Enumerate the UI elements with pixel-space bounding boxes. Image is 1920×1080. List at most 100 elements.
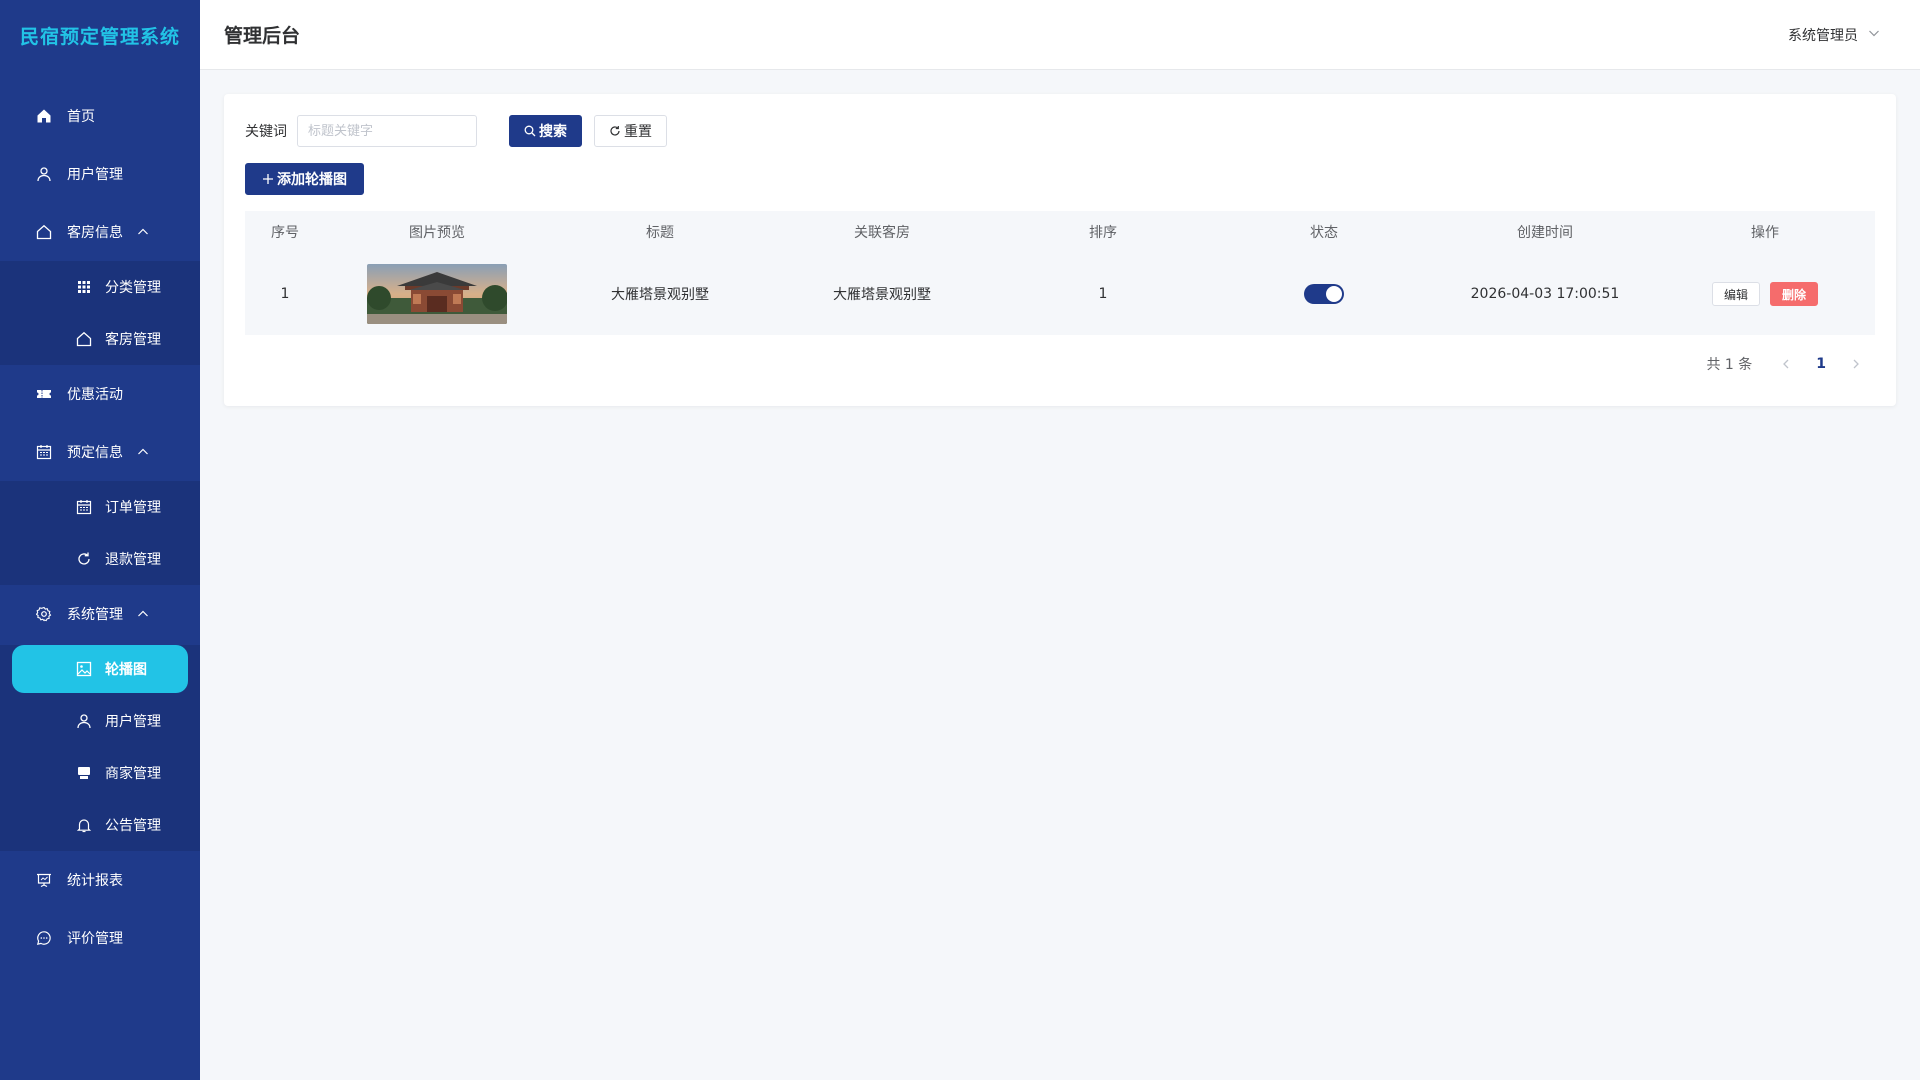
grid-icon [75, 278, 93, 296]
row-title: 大雁塔景观别墅 [611, 287, 709, 303]
row-room: 大雁塔景观别墅 [833, 287, 931, 303]
page-number[interactable]: 1 [1816, 356, 1826, 372]
sidebar-menu: 首页 用户管理 客房信息 分类管理 客房管理 优惠活动 预定信息 订单管理 退款… [0, 87, 200, 967]
submenu-system: 轮播图 用户管理 商家管理 公告管理 [0, 645, 200, 851]
sidebar-item-booking[interactable]: 预定信息 [0, 423, 200, 481]
sidebar-item-promo[interactable]: 优惠活动 [0, 365, 200, 423]
sidebar-item-stats[interactable]: 统计报表 [0, 851, 200, 909]
chevron-left-icon [1783, 359, 1789, 369]
carousel-table: 序号 图片预览 标题 关联客房 排序 状态 创建时间 操作 1 大雁塔景观别墅 … [245, 211, 1875, 335]
user-menu[interactable]: 系统管理员 [1788, 0, 1880, 70]
reset-button-label: 重置 [624, 124, 652, 140]
header-room: 关联客房 [854, 225, 910, 241]
carousel-thumbnail[interactable] [367, 264, 507, 324]
keyword-label: 关键词 [245, 124, 287, 140]
sidebar-item-orders[interactable]: 订单管理 [0, 481, 200, 533]
chat-icon [35, 929, 53, 947]
pagination: 共 1 条 1 [1706, 354, 1866, 374]
header-created: 创建时间 [1517, 225, 1573, 241]
sidebar-item-label: 客房管理 [105, 332, 161, 348]
shop-icon [75, 764, 93, 782]
bell-icon [75, 816, 93, 834]
header-status: 状态 [1310, 225, 1338, 241]
sidebar-item-refunds[interactable]: 退款管理 [0, 533, 200, 585]
next-page-button[interactable] [1846, 359, 1866, 369]
sidebar-item-label: 预定信息 [67, 445, 123, 461]
ticket-icon [35, 385, 53, 403]
top-header: 管理后台 系统管理员 [200, 0, 1920, 70]
sidebar-item-label: 首页 [67, 109, 95, 125]
gear-icon [35, 605, 53, 623]
app-logo: 民宿预定管理系统 [19, 25, 180, 48]
sidebar-item-label: 用户管理 [105, 714, 161, 730]
chevron-up-icon [137, 608, 149, 620]
chevron-up-icon [137, 226, 149, 238]
plus-icon [263, 174, 273, 184]
sidebar-item-label: 轮播图 [105, 662, 147, 678]
search-button-label: 搜索 [539, 124, 567, 140]
row-idx: 1 [280, 286, 290, 302]
sidebar-item-reviews[interactable]: 评价管理 [0, 909, 200, 967]
edit-button[interactable]: 编辑 [1711, 282, 1760, 306]
add-carousel-button[interactable]: 添加轮播图 [245, 163, 364, 195]
sidebar-item-label: 评价管理 [67, 931, 123, 947]
add-button-label: 添加轮播图 [277, 172, 347, 188]
submenu-room: 分类管理 客房管理 [0, 261, 200, 365]
header-image: 图片预览 [409, 225, 465, 241]
row-actions: 编辑 删除 [1655, 282, 1875, 306]
sidebar: 民宿预定管理系统 首页 用户管理 客房信息 分类管理 客房管理 优惠活动 预定信… [0, 0, 200, 1080]
refresh-icon [75, 550, 93, 568]
image-icon [75, 660, 93, 678]
sidebar-item-carousel[interactable]: 轮播图 [12, 645, 188, 693]
reset-button[interactable]: 重置 [594, 115, 667, 147]
sidebar-item-label: 用户管理 [67, 167, 123, 183]
sidebar-item-category[interactable]: 分类管理 [0, 261, 200, 313]
header-idx: 序号 [271, 225, 299, 241]
header-op: 操作 [1751, 225, 1779, 241]
sidebar-item-label: 退款管理 [105, 552, 161, 568]
page-title: 管理后台 [224, 25, 301, 47]
home-icon [35, 107, 53, 125]
status-toggle[interactable] [1304, 284, 1344, 304]
content-card: 关键词 搜索 重置 添加轮播图 序号 图片预览 标题 关联客房 排序 状态 创建… [224, 94, 1896, 406]
house-icon [35, 223, 53, 241]
sidebar-item-room-info[interactable]: 客房信息 [0, 203, 200, 261]
calendar-icon [35, 443, 53, 461]
sidebar-item-users[interactable]: 用户管理 [0, 695, 200, 747]
row-sort: 1 [1098, 286, 1108, 302]
sidebar-item-label: 优惠活动 [67, 387, 123, 403]
sidebar-item-label: 客房信息 [67, 225, 123, 241]
sidebar-item-label: 公告管理 [105, 818, 161, 834]
search-icon [524, 125, 536, 137]
sidebar-item-label: 统计报表 [67, 873, 123, 889]
sidebar-item-label: 商家管理 [105, 766, 161, 782]
chevron-up-icon [137, 446, 149, 458]
sidebar-item-system[interactable]: 系统管理 [0, 585, 200, 643]
user-icon [35, 165, 53, 183]
house-icon [75, 330, 93, 348]
sidebar-item-user-mgmt[interactable]: 用户管理 [0, 145, 200, 203]
prev-page-button[interactable] [1776, 359, 1796, 369]
pagination-total: 共 1 条 [1706, 357, 1753, 373]
search-button[interactable]: 搜索 [509, 115, 582, 147]
sidebar-item-home[interactable]: 首页 [0, 87, 200, 145]
presentation-icon [35, 871, 53, 889]
user-name: 系统管理员 [1788, 28, 1858, 44]
chevron-right-icon [1853, 359, 1859, 369]
row-status [1213, 284, 1435, 304]
chevron-down-icon [1858, 27, 1880, 43]
sidebar-item-rooms[interactable]: 客房管理 [0, 313, 200, 365]
sidebar-item-merchants[interactable]: 商家管理 [0, 747, 200, 799]
calendar-icon [75, 498, 93, 516]
header-sort: 排序 [1089, 225, 1117, 241]
sidebar-item-notices[interactable]: 公告管理 [0, 799, 200, 851]
user-icon [75, 712, 93, 730]
sidebar-item-label: 分类管理 [105, 280, 161, 296]
row-image [325, 264, 549, 324]
header-title: 标题 [646, 225, 674, 241]
delete-button[interactable]: 删除 [1770, 282, 1819, 306]
table-header: 序号 图片预览 标题 关联客房 排序 状态 创建时间 操作 [245, 211, 1875, 253]
keyword-input[interactable] [297, 115, 477, 147]
refresh-icon [610, 126, 620, 136]
sidebar-item-label: 订单管理 [105, 500, 161, 516]
